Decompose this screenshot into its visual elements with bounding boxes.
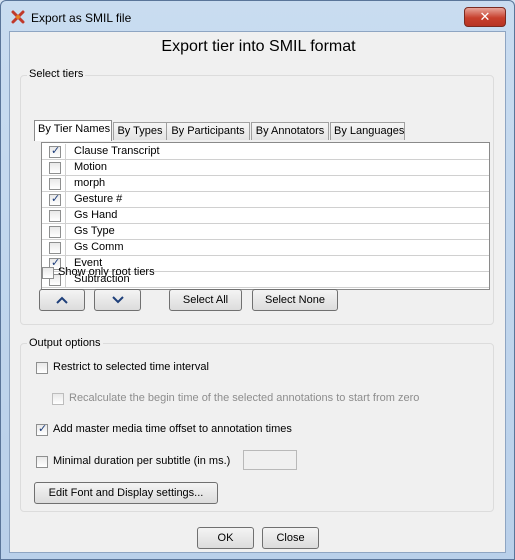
add-offset-label: Add master media time offset to annotati…	[53, 423, 292, 435]
close-icon: ✕	[479, 9, 491, 24]
tab-by-languages[interactable]: By Languages	[330, 122, 405, 140]
min-duration-checkbox[interactable]	[36, 456, 48, 468]
tier-checkbox[interactable]	[49, 242, 61, 254]
select-all-button[interactable]: Select All	[169, 289, 242, 311]
min-duration-label: Minimal duration per subtitle (in ms.)	[53, 455, 231, 467]
tier-name: Motion	[74, 161, 108, 173]
tier-checkbox-cell	[42, 208, 66, 223]
tier-checkbox[interactable]	[49, 162, 61, 174]
select-tiers-legend: Select tiers	[27, 68, 86, 80]
tier-checkbox-cell	[42, 176, 66, 191]
checkmark-icon: ✓	[38, 423, 48, 435]
min-duration-input[interactable]	[243, 450, 297, 470]
move-up-button[interactable]	[39, 289, 85, 311]
dialog-body: Export tier into SMIL format Select tier…	[9, 31, 506, 553]
move-down-button[interactable]	[94, 289, 141, 311]
tier-checkbox[interactable]	[49, 178, 61, 190]
tier-checkbox-cell	[42, 240, 66, 255]
tier-checkbox-cell	[42, 224, 66, 239]
checkmark-icon: ✓	[51, 193, 61, 205]
tier-checkbox-cell: ✓	[42, 192, 66, 207]
window-close-button[interactable]: ✕	[464, 7, 506, 27]
tier-name: morph	[74, 177, 106, 189]
tier-name: Gs Comm	[74, 241, 124, 253]
tier-checkbox[interactable]: ✓	[49, 193, 61, 206]
show-only-root-label: Show only root tiers	[58, 266, 155, 278]
restrict-interval-checkbox[interactable]	[36, 362, 48, 374]
tab-by-tier-names[interactable]: By Tier Names	[34, 120, 112, 141]
tier-name: Clause Transcript	[74, 145, 160, 157]
edit-font-display-button[interactable]: Edit Font and Display settings...	[34, 482, 218, 504]
chevron-up-icon	[56, 296, 68, 304]
tier-row[interactable]: Motion	[42, 160, 489, 176]
tier-checkbox[interactable]	[49, 226, 61, 238]
ok-button[interactable]: OK	[197, 527, 254, 549]
tier-row[interactable]: Gs Comm	[42, 240, 489, 256]
output-options-legend: Output options	[27, 337, 103, 349]
checkmark-icon: ✓	[51, 145, 61, 157]
tier-name: Gs Type	[74, 225, 115, 237]
app-icon	[11, 10, 25, 24]
add-offset-checkbox[interactable]: ✓	[36, 423, 48, 436]
export-smil-dialog: Export as SMIL file ✕ Export tier into S…	[0, 0, 515, 560]
tier-row[interactable]: Gs Hand	[42, 208, 489, 224]
window-title: Export as SMIL file	[31, 11, 132, 25]
chevron-down-icon	[111, 296, 124, 304]
restrict-interval-label: Restrict to selected time interval	[53, 361, 209, 373]
tier-name: Gs Hand	[74, 209, 118, 221]
select-none-button[interactable]: Select None	[252, 289, 338, 311]
tier-checkbox[interactable]	[49, 210, 61, 222]
tab-by-types[interactable]: By Types	[113, 122, 167, 140]
recalculate-begin-label: Recalculate the begin time of the select…	[69, 392, 420, 404]
tier-checkbox-cell: ✓	[42, 144, 66, 159]
tier-row[interactable]: ✓ Clause Transcript	[42, 144, 489, 160]
title-bar: Export as SMIL file ✕	[1, 1, 514, 31]
tab-by-annotators[interactable]: By Annotators	[251, 122, 329, 140]
recalculate-begin-checkbox[interactable]	[52, 393, 64, 405]
tier-row[interactable]: ✓ Gesture #	[42, 192, 489, 208]
close-button[interactable]: Close	[262, 527, 319, 549]
tier-row[interactable]: morph	[42, 176, 489, 192]
show-only-root-checkbox[interactable]	[42, 267, 54, 279]
dialog-heading: Export tier into SMIL format	[161, 38, 356, 55]
tier-checkbox-cell	[42, 160, 66, 175]
tier-checkbox[interactable]: ✓	[49, 145, 61, 158]
tier-name: Gesture #	[74, 193, 123, 205]
tab-by-participants[interactable]: By Participants	[166, 122, 250, 140]
tier-row[interactable]: Gs Type	[42, 224, 489, 240]
